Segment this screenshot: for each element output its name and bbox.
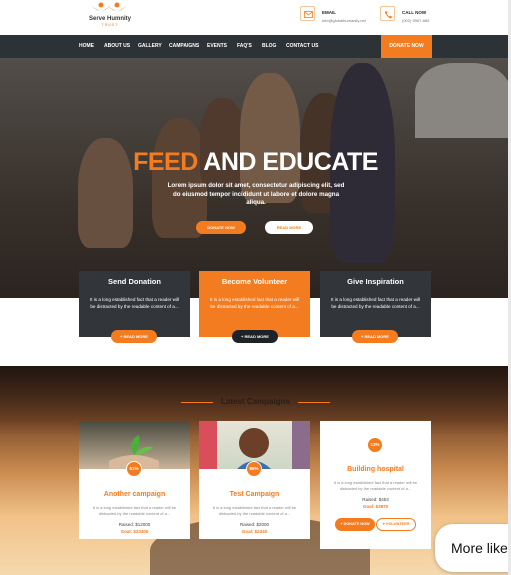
campaign-raised: Raised: $12000	[118, 522, 151, 527]
feature-read-more-button[interactable]: + READ MORE	[111, 330, 157, 343]
campaign-card[interactable]: 51% Another campaign It is a long establ…	[79, 421, 190, 539]
feature-title: Send Donation	[108, 277, 161, 286]
more-like-popup[interactable]: More like	[435, 524, 511, 572]
nav-contact-us[interactable]: CONTACT US	[286, 35, 318, 58]
feature-text: It is a long established fact that a rea…	[330, 297, 421, 309]
campaign-goal: Goal: $2340	[241, 529, 268, 534]
email-value[interactable]: info@globalhumanity.net	[322, 18, 366, 23]
nav-faqs[interactable]: FAQ'S	[237, 35, 252, 58]
top-bar: Serve Humnity TRUST EMAIL info@globalhum…	[0, 0, 511, 35]
campaign-text: It is a long established fact that a rea…	[212, 505, 297, 516]
feature-title: Give Inspiration	[347, 277, 404, 286]
nav-home[interactable]: HOME	[79, 35, 94, 58]
logo-tagline: TRUST	[101, 23, 119, 27]
hero-banner: FEED AND EDUCATE Lorem ipsum dolor sit a…	[0, 58, 511, 298]
logo-text: Serve Humnity	[88, 16, 131, 22]
nav-campaigns[interactable]: CAMPAIGNS	[169, 35, 199, 58]
campaign-card[interactable]: 86% Test Campaign It is a long establish…	[199, 421, 310, 539]
hero-text: Lorem ipsum dolor sit amet, consectetur …	[167, 182, 345, 207]
campaign-text: It is a long established fact that a rea…	[92, 505, 177, 516]
feature-send-donation: Send Donation It is a long established f…	[79, 271, 190, 337]
campaign-title[interactable]: Test Campaign	[199, 491, 310, 498]
feature-give-inspiration: Give Inspiration It is a long establishe…	[320, 271, 431, 337]
card-donate-button[interactable]: + DONATE NOW	[335, 518, 375, 531]
card-volunteer-button[interactable]: ♥ VOLUNTEER	[376, 518, 416, 531]
mail-icon	[300, 6, 315, 21]
more-like-label: More like	[451, 540, 508, 556]
campaign-card[interactable]: 13% Building hospital It is a long estab…	[320, 421, 431, 549]
hero-title: FEED AND EDUCATE	[0, 148, 511, 177]
logo[interactable]: Serve Humnity TRUST	[80, 2, 140, 32]
phone-label: CALL NOW	[402, 10, 427, 15]
progress-badge: 51%	[126, 461, 142, 477]
feature-become-volunteer: Become Volunteer It is a long establishe…	[199, 271, 310, 337]
campaign-raised: Raised: $453	[362, 497, 389, 502]
nav-gallery[interactable]: GALLERY	[138, 35, 162, 58]
hero-overlay	[0, 58, 511, 298]
logo-figures-icon	[92, 2, 126, 11]
phone-icon	[380, 6, 395, 21]
email-label: EMAIL	[322, 10, 336, 15]
campaign-title[interactable]: Building hospital	[320, 466, 431, 473]
campaign-title[interactable]: Another campaign	[79, 491, 190, 498]
nav-blog[interactable]: BLOG	[262, 35, 276, 58]
hero-title-rest: AND EDUCATE	[197, 148, 378, 176]
campaign-goal: Goal: $3870	[362, 504, 389, 509]
progress-badge: 13%	[367, 437, 383, 453]
nav-about-us[interactable]: ABOUT US	[104, 35, 130, 58]
nav-donate-button[interactable]: DONATE NOW	[381, 35, 432, 58]
feature-title: Become Volunteer	[221, 277, 288, 286]
hero-title-highlight: FEED	[133, 148, 198, 176]
hero-donate-button[interactable]: DONATE NOW	[196, 221, 246, 234]
hero-read-more-button[interactable]: READ MORE	[265, 221, 313, 234]
progress-badge: 86%	[246, 461, 262, 477]
heading-line-right	[298, 402, 330, 403]
feature-text: It is a long established fact that a rea…	[89, 297, 180, 309]
campaigns-heading: Latest Campaigns	[221, 397, 290, 406]
nav-events[interactable]: EVENTS	[207, 35, 227, 58]
campaign-goal: Goal: $23400	[120, 529, 149, 534]
feature-read-more-button[interactable]: + READ MORE	[232, 330, 278, 343]
feature-read-more-button[interactable]: + READ MORE	[352, 330, 398, 343]
campaign-text: It is a long established fact that a rea…	[333, 480, 418, 491]
phone-value[interactable]: (002) 9987-885	[402, 18, 429, 23]
campaign-raised: Raised: $2000	[239, 522, 270, 527]
feature-text: It is a long established fact that a rea…	[209, 297, 300, 309]
main-nav: HOME ABOUT US GALLERY CAMPAIGNS EVENTS F…	[0, 35, 511, 58]
